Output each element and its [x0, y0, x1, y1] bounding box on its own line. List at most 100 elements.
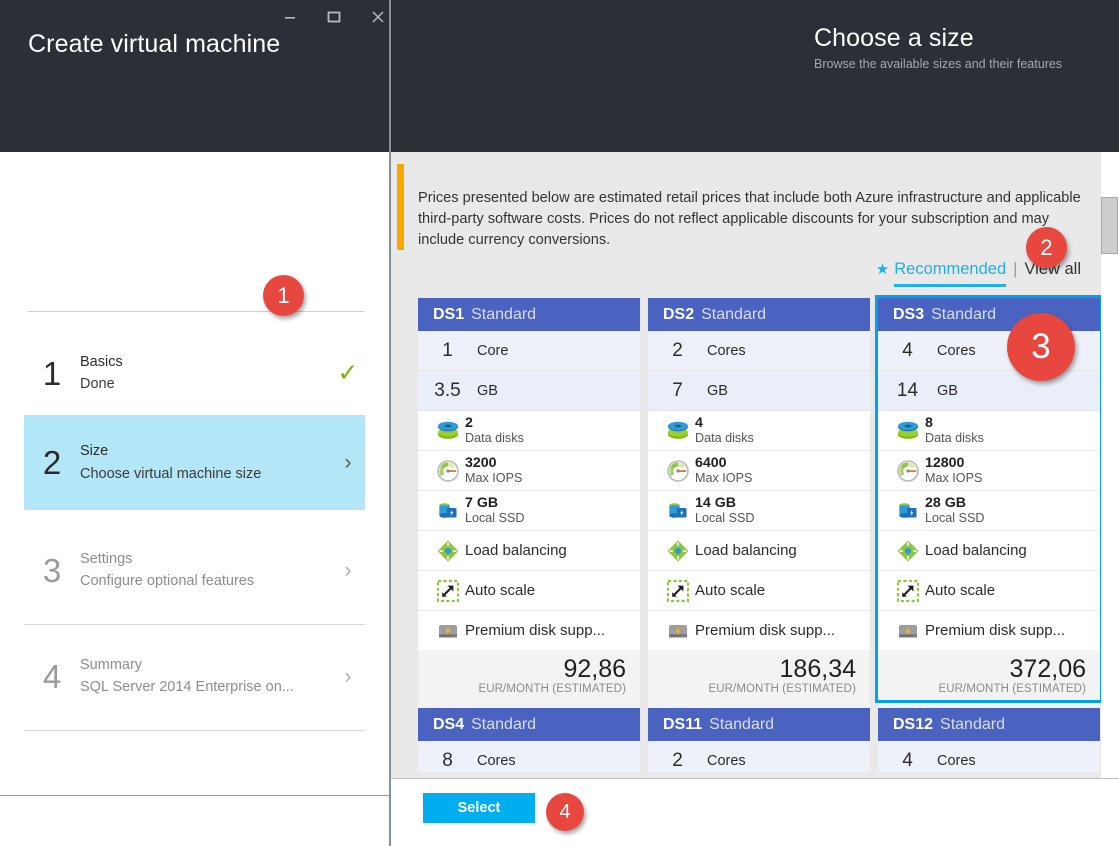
load-balancing-row: Load balancing — [878, 531, 1100, 571]
max-iops-label: Max IOPS — [695, 471, 753, 486]
data-disks-label: Data disks — [465, 431, 524, 446]
size-card-ds1[interactable]: DS1 Standard 1 Core 3.5 GB 2 Data disks … — [418, 298, 640, 710]
step-number: 1 — [42, 354, 62, 392]
size-filters: ★ Recommended | View all — [391, 260, 1113, 287]
cores-value: 4 — [902, 339, 913, 361]
sidebar-item-summary[interactable]: 4 Summary SQL Server 2014 Enterprise on.… — [24, 640, 365, 712]
step-title: Basics — [80, 353, 123, 370]
premium-disk-icon — [891, 621, 925, 641]
notice-accent-bar — [397, 164, 404, 250]
memory-unit: GB — [477, 382, 498, 399]
auto-scale-row: Auto scale — [878, 571, 1100, 611]
premium-disk-row: Premium disk supp... — [878, 611, 1100, 650]
local-ssd-row: 28 GB Local SSD — [878, 491, 1100, 531]
size-code: DS3 — [893, 305, 925, 323]
premium-disk-row: Premium disk supp... — [418, 611, 640, 650]
max-iops-row: 12800 Max IOPS — [878, 451, 1100, 491]
chevron-right-icon: › — [344, 558, 352, 582]
feature-label: Load balancing — [465, 541, 567, 559]
size-list-scrollbar-thumb[interactable] — [1101, 197, 1118, 254]
disk-stack-icon — [431, 420, 465, 442]
load-balancer-icon — [661, 539, 695, 563]
memory-unit: GB — [707, 382, 728, 399]
size-card-ds2[interactable]: DS2 Standard 2 Cores 7 GB 4 Data disks 6… — [648, 298, 870, 710]
star-icon: ★ — [875, 261, 890, 278]
cores-unit: Core — [477, 342, 509, 359]
size-card-ds11[interactable]: DS11 Standard 2 Cores — [648, 708, 870, 772]
left-window-controls — [268, 0, 400, 34]
data-disks-row: 8 Data disks — [878, 411, 1100, 451]
load-balancing-row: Load balancing — [648, 531, 870, 571]
step-number: 3 — [42, 551, 62, 589]
step-title: Summary — [80, 656, 143, 673]
max-iops-value: 12800 — [925, 455, 965, 472]
wizard-steps: 1 Basics Done ✓ 2 Size Choose virtual ma… — [0, 152, 389, 795]
cores-unit: Cores — [937, 342, 976, 359]
local-ssd-value: 14 GB — [695, 495, 737, 512]
cores-unit: Cores — [707, 752, 746, 769]
steps-top-divider — [28, 311, 364, 312]
local-ssd-label: Local SSD — [465, 511, 525, 526]
local-ssd-value: 28 GB — [925, 495, 967, 512]
chevron-right-icon: › — [344, 664, 352, 688]
card-header: DS1 Standard — [418, 298, 640, 331]
load-balancer-icon — [891, 539, 925, 563]
right-footer: Select — [391, 779, 1119, 846]
auto-scale-row: Auto scale — [418, 571, 640, 611]
gauge-icon — [891, 459, 925, 483]
cores-unit: Cores — [477, 752, 516, 769]
sidebar-item-size[interactable]: 2 Size Choose virtual machine size › — [24, 415, 365, 510]
step-indicator: ✓ — [331, 360, 365, 386]
step-subtitle: Choose virtual machine size — [80, 465, 262, 482]
size-tier: Standard — [471, 715, 537, 733]
choose-size-title: Choose a size — [814, 24, 974, 52]
filter-recommended-label: Recommended — [894, 260, 1007, 278]
cores-value: 2 — [672, 749, 683, 771]
disk-stack-icon — [891, 420, 925, 442]
maximize-icon[interactable] — [312, 0, 356, 34]
size-card-ds4[interactable]: DS4 Standard 8 Cores — [418, 708, 640, 772]
size-tier: Standard — [709, 715, 775, 733]
memory-row: 7 GB — [648, 371, 870, 411]
disk-stack-icon — [661, 420, 695, 442]
step-subtitle: Configure optional features — [80, 573, 255, 589]
price-amount: 92,86 — [563, 655, 626, 683]
feature-label: Load balancing — [925, 541, 1027, 559]
cores-row: 1 Core — [418, 331, 640, 371]
local-ssd-label: Local SSD — [695, 511, 755, 526]
step-divider — [24, 730, 365, 731]
local-ssd-label: Local SSD — [925, 511, 985, 526]
annotation-badge-4: 4 — [546, 793, 584, 831]
premium-disk-icon — [661, 621, 695, 641]
auto-scale-icon — [891, 579, 925, 603]
filter-active-underline — [894, 284, 1007, 287]
sidebar-item-settings[interactable]: 3 Settings Configure optional features › — [24, 534, 365, 606]
size-tier: Standard — [701, 305, 767, 323]
size-code: DS11 — [663, 715, 703, 733]
left-footer — [0, 796, 389, 846]
step-subtitle: SQL Server 2014 Enterprise on... — [80, 679, 294, 695]
ssd-icon — [431, 499, 465, 523]
minimize-icon[interactable] — [268, 0, 312, 34]
filter-recommended[interactable]: Recommended — [894, 260, 1007, 287]
cores-row: 2 Cores — [648, 741, 870, 772]
cores-value: 4 — [902, 749, 913, 771]
max-iops-value: 3200 — [465, 455, 497, 472]
data-disks-label: Data disks — [925, 431, 984, 446]
memory-value: 14 — [896, 379, 919, 401]
sidebar-item-basics[interactable]: 1 Basics Done ✓ — [24, 337, 365, 409]
local-ssd-value: 7 GB — [465, 495, 499, 512]
card-header: DS11 Standard — [648, 708, 870, 741]
cores-value: 2 — [672, 339, 683, 361]
app-screen: Create virtual machine 1 Basics Done ✓ 2… — [0, 0, 1119, 846]
choose-size-subtitle: Browse the available sizes and their fea… — [814, 57, 1063, 71]
select-button[interactable]: Select — [423, 793, 535, 823]
load-balancing-row: Load balancing — [418, 531, 640, 571]
choose-size-blade: Prices presented below are estimated ret… — [391, 152, 1119, 846]
cores-row: 2 Cores — [648, 331, 870, 371]
size-code: DS1 — [433, 305, 465, 323]
size-tier: Standard — [940, 715, 1005, 733]
size-card-ds12[interactable]: DS12 Standard 4 Cores — [878, 708, 1100, 772]
chevron-right-icon: › — [344, 451, 352, 474]
premium-disk-row: Premium disk supp... — [648, 611, 870, 650]
